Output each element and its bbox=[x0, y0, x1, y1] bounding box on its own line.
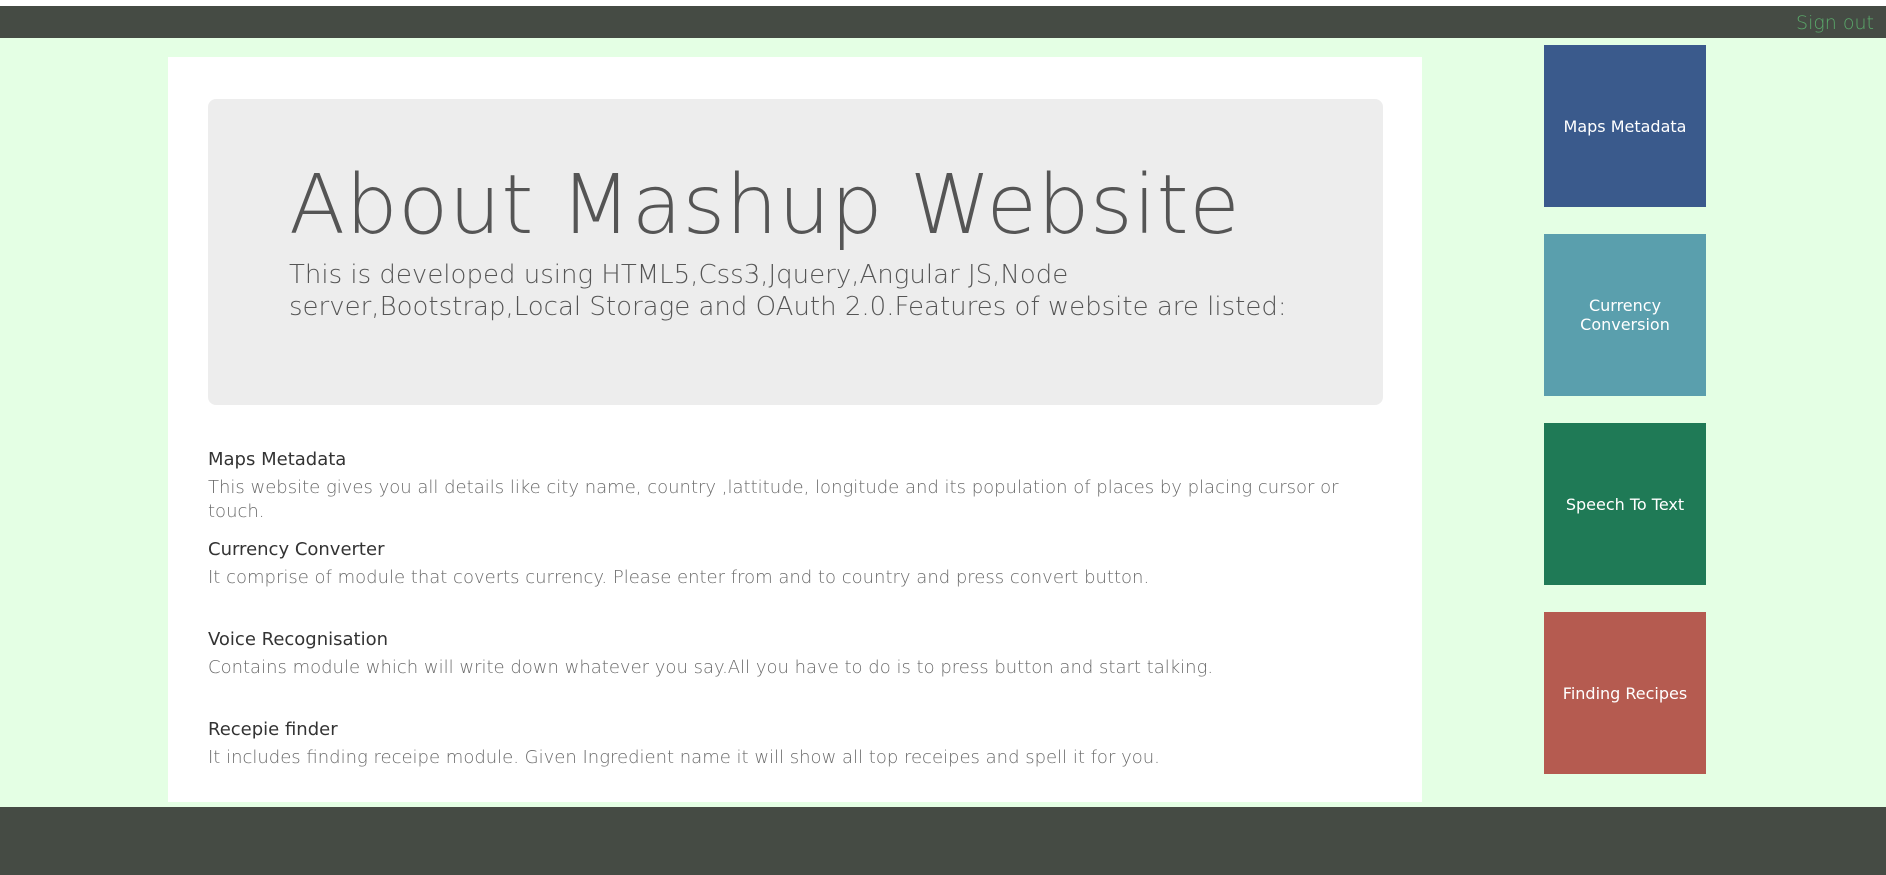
main-content: About Mashup Website This is developed u… bbox=[168, 57, 1422, 802]
feature-currency-converter: Currency Converter It comprise of module… bbox=[208, 538, 1388, 590]
page-title: About Mashup Website bbox=[289, 158, 1241, 253]
feature-recepie-finder: Recepie finder It includes finding recei… bbox=[208, 718, 1388, 770]
footer bbox=[0, 807, 1886, 875]
feature-description: This website gives you all details like … bbox=[208, 477, 1339, 522]
feature-title: Currency Converter bbox=[208, 539, 385, 560]
tile-label: Currency Conversion bbox=[1580, 296, 1670, 334]
intro-text: This is developed using HTML5,Css3,Jquer… bbox=[289, 259, 1289, 323]
feature-description: Contains module which will write down wh… bbox=[208, 657, 1214, 678]
intro-text-line1: This is developed using HTML5,Css3,Jquer… bbox=[289, 260, 1069, 290]
jumbotron: About Mashup Website This is developed u… bbox=[208, 99, 1383, 405]
tile-finding-recipes[interactable]: Finding Recipes bbox=[1544, 612, 1706, 774]
tile-label: Finding Recipes bbox=[1562, 683, 1688, 703]
tile-label: Maps Metadata bbox=[1563, 116, 1687, 136]
top-navbar: Sign out bbox=[0, 6, 1886, 38]
intro-text-line2: server,Bootstrap,Local Storage and OAuth… bbox=[289, 292, 1287, 322]
tile-maps-metadata[interactable]: Maps Metadata bbox=[1544, 45, 1706, 207]
tile-currency-conversion[interactable]: Currency Conversion bbox=[1544, 234, 1706, 396]
feature-description: It comprise of module that coverts curre… bbox=[208, 567, 1150, 588]
tile-label: Speech To Text bbox=[1565, 494, 1685, 514]
signout-link[interactable]: Sign out bbox=[1796, 12, 1874, 34]
tile-speech-to-text[interactable]: Speech To Text bbox=[1544, 423, 1706, 585]
feature-voice-recognisation: Voice Recognisation Contains module whic… bbox=[208, 628, 1388, 680]
feature-description: It includes finding receipe module. Give… bbox=[208, 747, 1160, 768]
feature-title: Maps Metadata bbox=[208, 449, 347, 470]
feature-title: Recepie finder bbox=[208, 719, 338, 740]
feature-title: Voice Recognisation bbox=[208, 629, 389, 650]
feature-maps-metadata: Maps Metadata This website gives you all… bbox=[208, 448, 1388, 524]
